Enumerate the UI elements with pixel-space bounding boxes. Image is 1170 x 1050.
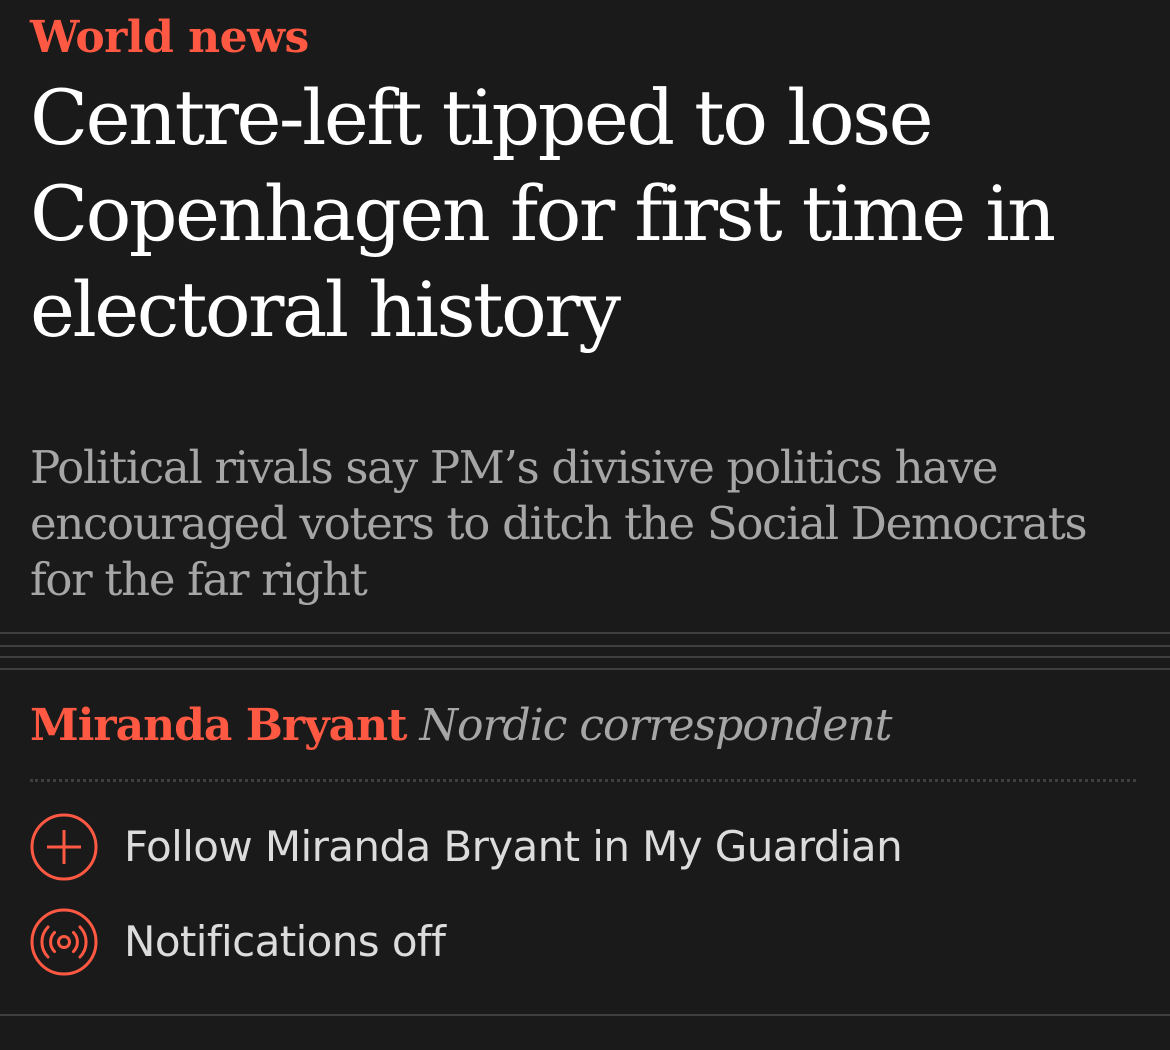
byline-author[interactable]: Miranda Bryant	[30, 700, 407, 751]
byline: Miranda Bryant Nordic correspondent	[30, 696, 892, 756]
section-divider	[0, 632, 1170, 672]
broadcast-icon	[30, 908, 98, 976]
byline-role: Nordic correspondent	[419, 700, 892, 751]
dotted-divider	[30, 779, 1136, 782]
plus-icon	[30, 813, 98, 881]
headline: Centre-left tipped to lose Copenhagen fo…	[30, 73, 1056, 354]
bottom-divider	[0, 1014, 1170, 1016]
notifications-label: Notifications off	[124, 917, 446, 966]
notifications-toggle[interactable]: Notifications off	[30, 906, 446, 978]
article-header: World news Centre-left tipped to lose Co…	[0, 0, 1170, 1050]
standfirst: Political rivals say PM’s divisive polit…	[30, 441, 1088, 606]
follow-author-button[interactable]: Follow Miranda Bryant in My Guardian	[30, 811, 903, 883]
section-label[interactable]: World news	[30, 8, 309, 68]
follow-author-label: Follow Miranda Bryant in My Guardian	[124, 822, 903, 871]
